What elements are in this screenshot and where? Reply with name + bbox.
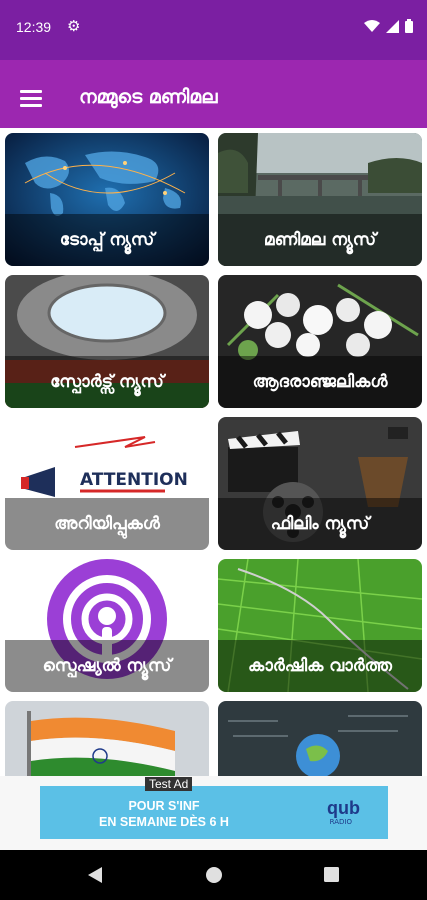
tile-announcements[interactable]: ATTENTION അറിയിപ്പുകൾ — [5, 417, 209, 550]
tile-top-news[interactable]: ടോപ്പ് ന്യൂസ് — [5, 133, 209, 266]
app-bar: നമ്മുടെ മണിമല — [0, 60, 427, 128]
app-title: നമ്മുടെ മണിമല — [79, 86, 218, 108]
category-grid: ടോപ്പ് ന്യൂസ് മണിമല ന്യൂസ് സ്പോർട്സ് ന്യ… — [0, 128, 427, 776]
ad-banner[interactable]: POUR S'INF EN SEMAINE DÈS 6 H qub RADIO — [40, 786, 388, 839]
home-icon[interactable] — [206, 867, 222, 883]
tile-label: അറിയിപ്പുകൾ — [5, 498, 209, 550]
ad-text: POUR S'INF EN SEMAINE DÈS 6 H — [54, 798, 274, 830]
wifi-icon — [364, 19, 380, 32]
tile-condolences[interactable]: ആദരാഞ്ജലികൾ — [218, 275, 422, 408]
tile-label: കാർഷിക വാർത്ത — [218, 640, 422, 692]
signal-icon — [386, 19, 399, 33]
status-icons — [364, 19, 413, 33]
chalkboard-globe-image — [218, 701, 422, 776]
tile-education[interactable] — [218, 701, 422, 776]
status-time: 12:39 — [16, 19, 52, 35]
tile-manimala-news[interactable]: മണിമല ന്യൂസ് — [218, 133, 422, 266]
tile-label: ടോപ്പ് ന്യൂസ് — [5, 214, 209, 266]
tile-label: സ്പോർട്സ് ന്യൂസ് — [5, 356, 209, 408]
back-icon[interactable] — [88, 867, 102, 883]
attention-text: ATTENTION — [80, 470, 188, 490]
ad-line2: EN SEMAINE DÈS 6 H — [99, 815, 229, 829]
ad-area: POUR S'INF EN SEMAINE DÈS 6 H qub RADIO … — [0, 776, 427, 850]
battery-icon — [405, 19, 413, 33]
tile-film-news[interactable]: ഫിലിം ന്യൂസ് — [218, 417, 422, 550]
tile-sports-news[interactable]: സ്പോർട്സ് ന്യൂസ് — [5, 275, 209, 408]
tile-label: ഫിലിം ന്യൂസ് — [218, 498, 422, 550]
test-ad-tag: Test Ad — [145, 777, 193, 791]
navigation-bar — [0, 850, 427, 900]
tile-special-news[interactable]: സ്പെഷ്യൽ ന്യൂസ് — [5, 559, 209, 692]
tile-label: സ്പെഷ്യൽ ന്യൂസ് — [5, 640, 209, 692]
tile-label: മണിമല ന്യൂസ് — [218, 214, 422, 266]
ad-line1: POUR S'INF — [128, 799, 200, 813]
ad-brand-logo: qub — [327, 798, 360, 818]
tile-india[interactable] — [5, 701, 209, 776]
settings-gear-icon: ⚙ — [67, 17, 81, 35]
status-bar: 12:39 ⚙ — [0, 0, 427, 60]
recents-icon[interactable] — [324, 867, 339, 882]
tile-label: ആദരാഞ്ജലികൾ — [218, 356, 422, 408]
india-flag-image — [5, 701, 209, 776]
hamburger-menu-icon[interactable] — [20, 90, 42, 108]
ad-brand-sub: RADIO — [329, 818, 352, 826]
tile-agriculture-news[interactable]: കാർഷിക വാർത്ത — [218, 559, 422, 692]
